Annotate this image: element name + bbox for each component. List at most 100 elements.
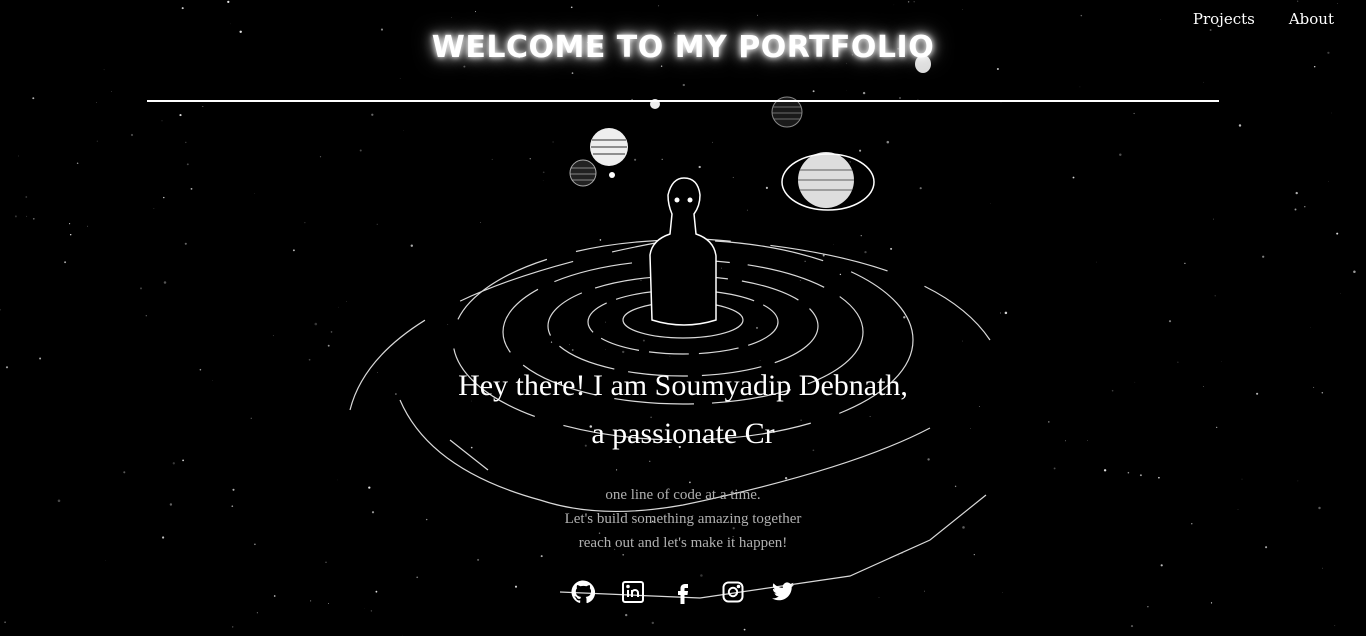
star [1297,480,1299,482]
star [599,239,602,241]
top-navigation: Projects About [1193,10,1334,28]
linkedin-icon [622,581,644,603]
star [1147,606,1149,608]
star [642,339,645,342]
star [370,610,373,612]
star [327,344,330,347]
star [1330,112,1332,114]
star [1158,476,1160,479]
hero-intro: Hey there! I am Soumyadip Debnath, a pas… [0,362,1366,458]
star [184,242,187,245]
star [1313,65,1316,68]
star [897,555,899,557]
star [304,222,306,224]
star [4,621,6,624]
star [1096,261,1097,263]
star [1322,567,1323,569]
star [765,186,768,189]
star [399,78,401,79]
star [32,97,35,100]
star [746,209,748,211]
star [886,140,890,144]
star [756,14,759,16]
nav-link-about[interactable]: About [1289,10,1334,28]
star [833,244,834,245]
star [542,171,545,174]
star [759,360,761,362]
star [682,83,685,87]
star [480,222,481,223]
star [181,7,184,10]
star [1160,564,1163,567]
star [232,626,234,628]
standing-figure [649,177,717,326]
star [743,628,746,631]
star [1202,81,1204,83]
star [336,479,338,481]
star [540,555,543,558]
star [475,11,476,13]
star [529,158,531,160]
star [859,149,862,152]
star [1004,311,1008,315]
star [153,208,155,210]
star [913,1,915,3]
star [463,65,466,68]
star [899,97,901,99]
hero-line-2: a passionate Cr [591,417,775,450]
star [571,72,574,74]
star [64,261,67,264]
star [447,324,449,325]
star [130,133,134,137]
star [477,558,480,561]
star [185,141,187,144]
star [111,91,112,92]
nav-link-projects[interactable]: Projects [1193,10,1255,28]
linkedin-link[interactable] [621,580,645,604]
github-link[interactable] [571,580,595,604]
star [1079,86,1081,88]
star [25,196,28,198]
facebook-icon [678,584,688,604]
star [0,309,1,311]
star [272,335,274,337]
star [145,315,147,317]
star [568,344,570,346]
star [491,158,493,160]
star [640,279,642,282]
star [87,225,89,227]
star [804,260,806,262]
star [69,233,72,236]
star [292,249,295,252]
star [1119,153,1122,157]
star [1238,124,1242,127]
star [376,223,378,225]
star [571,349,574,351]
header-divider [147,100,1219,102]
star [346,301,347,302]
star [1184,262,1186,265]
star [1130,625,1134,628]
star [651,621,655,625]
star [907,1,910,3]
star [359,149,362,152]
star [698,165,701,169]
star [18,155,19,157]
star [660,65,663,67]
star [161,120,163,122]
portfolio-page: Projects About WELCOME TO MY PORTFOLIO H… [0,0,1366,636]
star [123,471,126,474]
twitter-link[interactable] [771,580,795,604]
tagline-line-2: Let's build something amazing together [564,511,802,527]
star [1262,255,1265,258]
star [732,176,734,179]
star [1139,474,1142,477]
star [1294,208,1297,211]
star [416,576,419,579]
twitter-icon [772,582,794,601]
star [622,350,625,354]
facebook-link[interactable] [671,580,695,604]
instagram-link[interactable] [721,580,745,604]
star [190,187,193,190]
star [700,574,703,577]
